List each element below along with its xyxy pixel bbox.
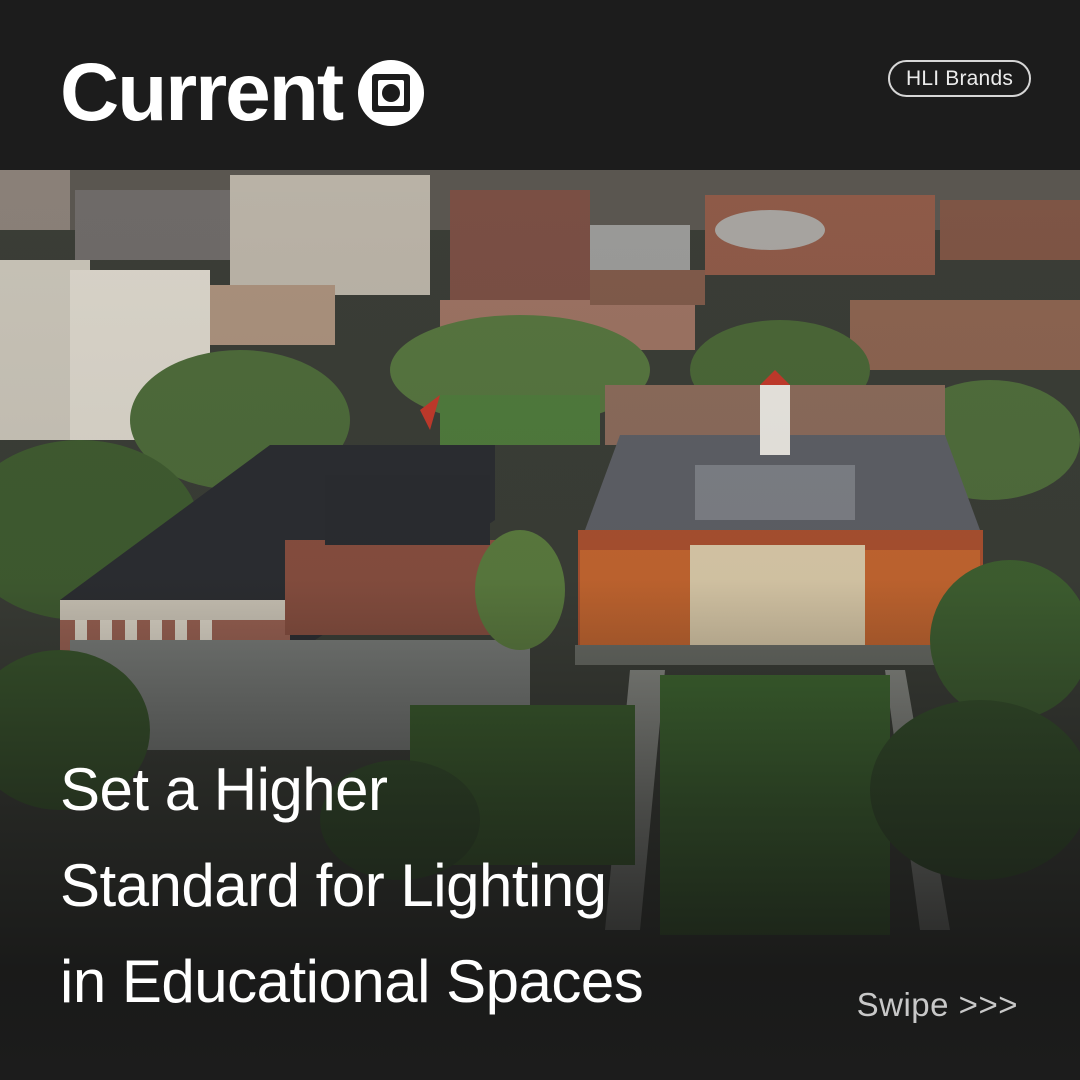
swipe-prompt[interactable]: Swipe >>> [857, 986, 1018, 1024]
headline: Set a Higher Standard for Lighting in Ed… [60, 742, 820, 1030]
brand-logo: Current [60, 52, 426, 134]
header-bar: Current HLI Brands [0, 0, 1080, 170]
social-card: Current HLI Brands Set a Higher Standard… [0, 0, 1080, 1080]
hli-brands-badge: HLI Brands [888, 60, 1031, 97]
headline-line: Set a Higher [60, 756, 388, 823]
square-target-logo-icon [358, 60, 425, 126]
brand-name: Current [60, 47, 344, 138]
headline-line: in Educational Spaces [60, 948, 644, 1015]
headline-line: Standard for Lighting [60, 852, 607, 919]
